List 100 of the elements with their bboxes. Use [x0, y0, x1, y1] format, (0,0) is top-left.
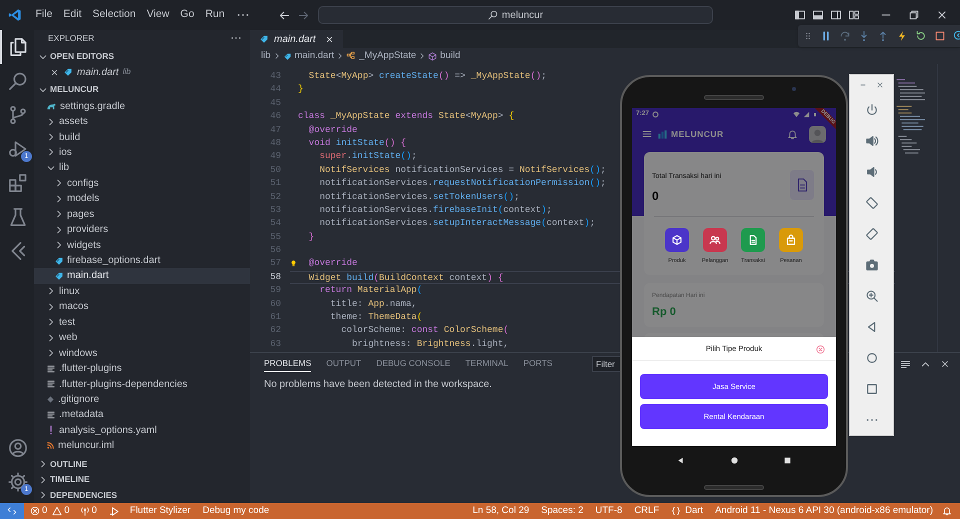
search-field[interactable]: meluncur — [318, 6, 713, 24]
volume-up-icon[interactable] — [864, 134, 878, 148]
section-header[interactable]: OPEN EDITORS — [34, 48, 250, 64]
overview-icon[interactable] — [783, 456, 792, 464]
layout-icon[interactable] — [848, 9, 860, 21]
close-icon[interactable] — [324, 34, 334, 44]
category-tile[interactable] — [703, 228, 727, 252]
tree-item[interactable]: ios — [34, 144, 250, 160]
menu-item[interactable]: Edit — [58, 5, 88, 25]
back-arrow-icon[interactable] — [278, 8, 291, 22]
search-icon[interactable] — [8, 71, 28, 91]
category-tile[interactable] — [665, 228, 689, 252]
tree-item[interactable]: models — [34, 191, 250, 206]
tree-item[interactable]: settings.gradle — [34, 98, 250, 114]
ports-button[interactable]: 0 — [80, 503, 97, 519]
status-item[interactable]: Debug my code — [202, 504, 270, 518]
flask-icon[interactable] — [8, 207, 28, 227]
breadcrumb[interactable]: _MyAppState — [346, 48, 416, 64]
lightbulb-icon[interactable] — [290, 259, 297, 268]
home-icon[interactable] — [730, 456, 738, 464]
breadcrumb[interactable]: main.dart — [282, 48, 334, 64]
forward-arrow-icon[interactable] — [297, 8, 310, 22]
close-icon[interactable] — [50, 68, 59, 77]
menu-item[interactable]: View — [141, 5, 175, 25]
play-bug-icon[interactable] — [8, 139, 28, 159]
status-item[interactable]: UTF-8 — [595, 504, 622, 518]
menu-item[interactable]: Run — [200, 5, 230, 25]
right-sidebar-icon[interactable] — [830, 9, 842, 21]
tree-item[interactable]: linux — [34, 284, 250, 300]
tree-item[interactable]: pages — [34, 206, 250, 222]
panel-tab[interactable]: TERMINAL — [465, 356, 508, 372]
menu-item[interactable]: File — [30, 5, 58, 25]
section-header[interactable]: OUTLINE — [34, 456, 250, 472]
status-item[interactable]: Spaces: 2 — [541, 504, 584, 518]
menu-item[interactable]: Go — [174, 5, 200, 25]
tilted-phone-icon[interactable] — [864, 196, 878, 210]
panel-toggle-icon[interactable] — [812, 9, 824, 21]
power-icon[interactable] — [864, 103, 878, 118]
tilted-phone-icon[interactable] — [864, 227, 878, 242]
status-item[interactable]: Ln 58, Col 29 — [472, 504, 530, 518]
tree-item[interactable]: analysis_options.yaml — [34, 422, 250, 438]
status-item[interactable]: CRLF — [634, 504, 660, 518]
tree-item[interactable]: .flutter-plugins — [34, 360, 250, 376]
debug-run-icon[interactable] — [108, 506, 120, 516]
sidebar-toggle-icon[interactable] — [794, 9, 806, 21]
tree-item[interactable]: web — [34, 330, 250, 346]
device-selector[interactable]: Android 11 - Nexus 6 API 30 (android-x86 emulator) — [715, 504, 933, 518]
tree-item[interactable]: widgets — [34, 237, 250, 253]
language-mode[interactable]: Dart — [671, 504, 704, 518]
tree-item[interactable]: .flutter-plugins-dependencies — [34, 376, 250, 392]
panel-tab[interactable]: OUTPUT — [326, 356, 362, 372]
section-header[interactable]: TIMELINE — [34, 472, 250, 488]
bell-icon[interactable] — [942, 506, 952, 516]
close-icon[interactable] — [940, 359, 950, 369]
menu-item[interactable]: Selection — [87, 5, 142, 25]
tree-item[interactable]: windows — [34, 345, 250, 361]
blocks-icon[interactable] — [8, 173, 28, 193]
category-tile[interactable] — [741, 228, 765, 252]
word-wrap-icon[interactable] — [900, 358, 911, 370]
tree-item[interactable]: lib — [34, 160, 250, 176]
step-over-icon[interactable] — [839, 30, 851, 42]
editor-tab[interactable]: main.dart — [250, 30, 343, 48]
panel-tab[interactable]: PROBLEMS — [264, 356, 312, 372]
branch-icon[interactable] — [8, 105, 28, 125]
breadcrumb[interactable]: build — [428, 48, 460, 64]
panel-tab[interactable]: PORTS — [523, 356, 552, 372]
tree-item[interactable]: meluncur.iml — [34, 438, 250, 454]
restore-icon[interactable] — [908, 9, 920, 21]
tree-item[interactable]: assets — [34, 114, 250, 130]
close-icon[interactable] — [936, 9, 948, 21]
tree-item[interactable]: providers — [34, 222, 250, 238]
breadcrumb[interactable]: lib — [261, 48, 271, 64]
panel-tab[interactable]: DEBUG CONSOLE — [376, 356, 450, 372]
category-tile[interactable] — [779, 228, 803, 252]
remote-indicator[interactable] — [0, 503, 24, 519]
tree-item[interactable]: .metadata — [34, 407, 250, 423]
zoom-in-icon[interactable] — [864, 288, 878, 303]
section-header[interactable]: DEPENDENCIES — [34, 487, 250, 503]
tree-item[interactable]: build — [34, 129, 250, 145]
menu-icon[interactable] — [642, 129, 652, 139]
bell-icon[interactable] — [787, 128, 798, 140]
files-icon[interactable] — [8, 37, 28, 57]
tree-item[interactable]: firebase_options.dart — [34, 252, 250, 268]
settings-icon[interactable] — [8, 472, 28, 492]
section-header[interactable]: MELUNCUR — [34, 82, 250, 98]
open-editor-item[interactable]: main.dart lib — [34, 64, 250, 80]
restart-icon[interactable] — [915, 30, 927, 42]
tree-item[interactable]: test — [34, 314, 250, 330]
stop-icon[interactable] — [934, 30, 946, 42]
avatar[interactable] — [809, 126, 826, 142]
tree-item[interactable]: configs — [34, 176, 250, 192]
tree-item[interactable]: .gitignore — [34, 392, 250, 408]
camera-icon[interactable] — [864, 258, 878, 272]
grip-icon[interactable] — [803, 30, 813, 42]
tree-item[interactable]: macos — [34, 299, 250, 315]
account-icon[interactable] — [8, 438, 28, 458]
tree-item[interactable]: main.dart — [34, 268, 250, 284]
status-item[interactable]: Flutter Stylizer — [130, 504, 191, 518]
problems-button[interactable]: 0 0 — [30, 503, 70, 519]
step-into-icon[interactable] — [858, 30, 870, 42]
